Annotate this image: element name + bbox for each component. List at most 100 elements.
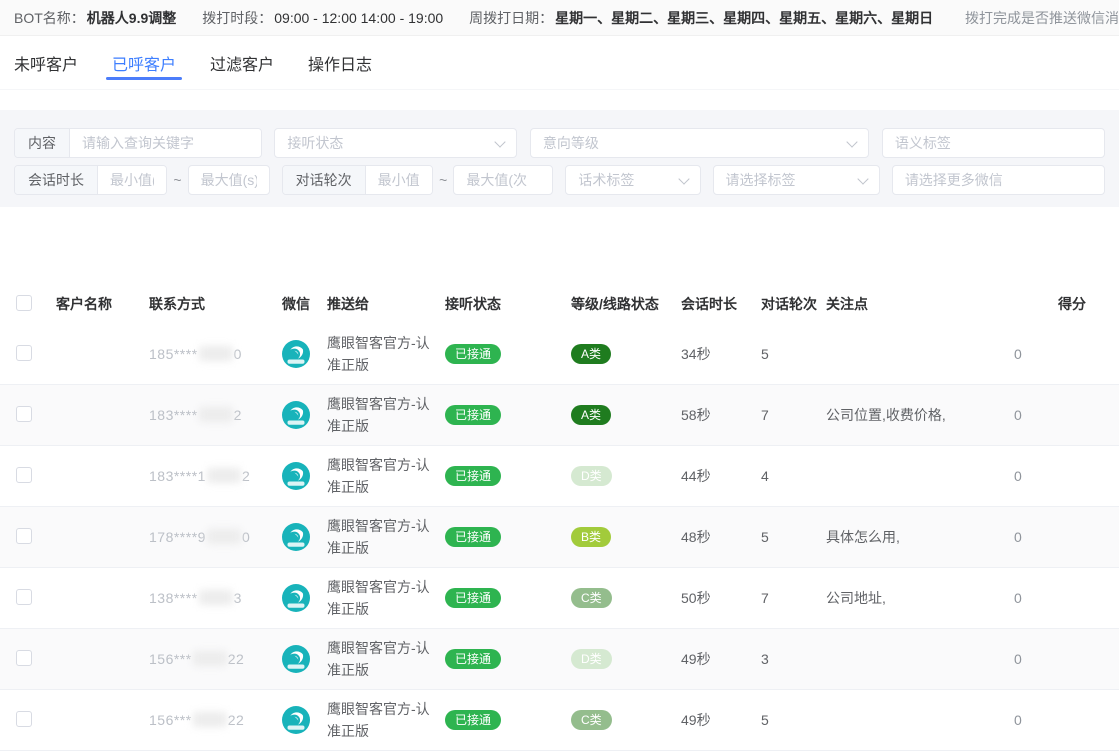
tab-operation-log[interactable]: 操作日志 [308,36,372,90]
row-checkbox-cell [0,589,42,608]
phone-prefix: 156*** [149,651,192,667]
focus-cell: 公司地址, [812,588,1010,608]
chevron-down-icon [846,136,857,147]
intent-level-placeholder: 意向等级 [543,133,599,153]
answer-status-badge: 已接通 [445,466,501,486]
row-checkbox[interactable] [16,589,32,605]
duration-cell: 58秒 [667,405,747,425]
script-tag-select[interactable]: 话术标签 [565,165,700,195]
answer-status-placeholder: 接听状态 [287,133,343,153]
answer-status-badge: 已接通 [445,588,501,608]
duration-cell: 50秒 [667,588,747,608]
content-keyword-input[interactable] [70,129,261,157]
rounds-cell: 5 [747,712,812,728]
push-wechat-label: 拨打完成是否推送微信消 [965,8,1119,28]
intent-level-select[interactable]: 意向等级 [530,128,869,158]
redacted-blur [199,407,233,422]
duration-label: 会话时长 [15,166,98,194]
select-all-checkbox-cell [0,295,42,314]
semantic-tag-input[interactable] [882,128,1105,158]
script-tag-placeholder: 话术标签 [578,170,634,190]
grade-cell: D类 [557,466,667,486]
answer-status-cell: 已接通 [431,344,557,364]
row-checkbox-cell [0,467,42,486]
contact-cell: 183****2 [135,407,268,423]
row-checkbox-cell [0,528,42,547]
filter-row-2: 会话时长 ~ 对话轮次 ~ 话术标签 请选择标签 [14,165,1105,195]
grade-cell: C类 [557,710,667,730]
table-row: 183****2 鹰眼智客官方-认准正版 已接通 A类 58秒 7 公司位置,收… [0,385,1119,446]
select-all-checkbox[interactable] [16,295,32,311]
score-cell: 0 [1010,590,1119,606]
tab-called[interactable]: 已呼客户 [112,36,176,90]
duration-max-input[interactable] [188,165,270,195]
wechat-avatar-icon [282,401,310,429]
score-cell: 0 [1010,407,1119,423]
wechat-cell [268,706,313,734]
duration-min-input[interactable] [98,166,166,194]
phone-suffix: 22 [228,651,245,667]
content-filter-group: 内容 [14,128,262,158]
row-checkbox[interactable] [16,711,32,727]
col-contact: 联系方式 [135,294,268,314]
col-customer-name: 客户名称 [42,294,135,314]
grade-cell: A类 [557,344,667,364]
redacted-blur [207,468,241,483]
contact-cell: 185****0 [135,346,268,362]
row-checkbox[interactable] [16,345,32,361]
weekday-item: 周拨打日期： 星期一、星期二、星期三、星期四、星期五、星期六、星期日 [469,8,933,28]
rounds-cell: 7 [747,407,812,423]
row-checkbox-cell [0,650,42,669]
answer-status-cell: 已接通 [431,527,557,547]
wechat-cell [268,523,313,551]
row-checkbox[interactable] [16,406,32,422]
pushed-to-text: 鹰眼智客官方-认准正版 [313,454,431,498]
col-wechat: 微信 [268,294,313,314]
answer-status-badge: 已接通 [445,344,501,364]
grade-badge: D类 [571,466,612,486]
wechat-cell [268,645,313,673]
pushed-to-text: 鹰眼智客官方-认准正版 [313,637,431,681]
content-label: 内容 [15,129,70,157]
row-checkbox[interactable] [16,467,32,483]
filter-panel: 内容 接听状态 意向等级 会话时长 ~ 对话轮次 ~ 话术标签 [0,110,1119,207]
table-row: 156***22 鹰眼智客官方-认准正版 已接通 D类 49秒 3 0 [0,629,1119,690]
tab-filtered[interactable]: 过滤客户 [210,36,274,90]
wechat-avatar-icon [282,523,310,551]
grade-badge: D类 [571,649,612,669]
phone-suffix: 2 [234,407,242,423]
more-wechat-input[interactable] [892,165,1105,195]
rounds-cell: 4 [747,468,812,484]
rounds-min-input[interactable] [366,166,433,194]
row-checkbox[interactable] [16,650,32,666]
phone-prefix: 183****1 [149,468,206,484]
row-checkbox-cell [0,406,42,425]
rounds-filter-group: 对话轮次 [282,165,434,195]
wechat-cell [268,584,313,612]
contact-cell: 178****90 [135,529,268,545]
tab-uncalled[interactable]: 未呼客户 [14,36,78,90]
duration-cell: 48秒 [667,527,747,547]
grade-cell: C类 [557,588,667,608]
grade-cell: D类 [557,649,667,669]
redacted-blur [199,346,233,361]
duration-filter-group: 会话时长 [14,165,167,195]
answer-status-badge: 已接通 [445,710,501,730]
answer-status-select[interactable]: 接听状态 [274,128,516,158]
customer-tabs: 未呼客户 已呼客户 过滤客户 操作日志 [0,36,1119,90]
chevron-down-icon [494,136,505,147]
rounds-cell: 7 [747,590,812,606]
wechat-avatar-icon [282,706,310,734]
col-pushed-to: 推送给 [313,294,431,314]
score-cell: 0 [1010,346,1119,362]
grade-cell: A类 [557,405,667,425]
rounds-max-input[interactable] [453,165,553,195]
wechat-avatar-icon [282,340,310,368]
row-checkbox[interactable] [16,528,32,544]
duration-cell: 49秒 [667,649,747,669]
select-tag-select[interactable]: 请选择标签 [713,165,880,195]
score-cell: 0 [1010,468,1119,484]
rounds-cell: 3 [747,651,812,667]
pushed-to-text: 鹰眼智客官方-认准正版 [313,332,431,376]
wechat-cell [268,462,313,490]
